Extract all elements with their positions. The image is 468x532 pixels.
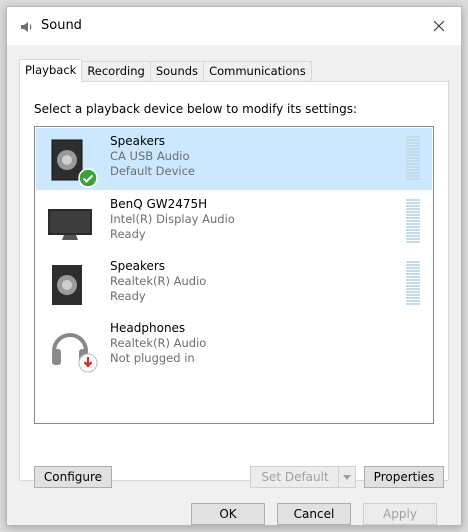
set-default-label: Set Default	[261, 470, 329, 484]
device-item-benq[interactable]: BenQ GW2475H Intel(R) Display Audio Read…	[36, 191, 432, 253]
tab-communications[interactable]: Communications	[203, 61, 312, 81]
device-list[interactable]: Speakers CA USB Audio Default Device Ben…	[34, 126, 434, 424]
device-text: Speakers Realtek(R) Audio Ready	[110, 259, 206, 304]
device-name: Headphones	[110, 321, 186, 335]
monitor-icon	[48, 209, 92, 240]
tab-recording[interactable]: Recording	[81, 61, 151, 81]
volume-meter	[406, 199, 420, 245]
tab-sounds[interactable]: Sounds	[149, 61, 205, 81]
title-bar: Sound	[7, 7, 461, 45]
sound-dialog: Sound Playback Recording Sounds Communic…	[6, 6, 462, 526]
tab-playback[interactable]: Playback	[19, 59, 83, 82]
ok-button[interactable]: OK	[191, 503, 265, 525]
properties-button[interactable]: Properties	[364, 466, 444, 488]
volume-meter	[406, 261, 420, 307]
chevron-down-icon	[343, 474, 351, 480]
apply-button[interactable]: Apply	[363, 503, 437, 525]
close-button[interactable]	[417, 7, 461, 45]
configure-button[interactable]: Configure	[34, 466, 112, 488]
device-item-headphones[interactable]: Headphones Realtek(R) Audio Not plugged …	[36, 315, 432, 377]
device-status: Not plugged in	[110, 351, 195, 365]
speaker-icon	[21, 22, 32, 32]
device-name: BenQ GW2475H	[110, 197, 208, 211]
device-status: Default Device	[110, 164, 196, 178]
device-name: Speakers	[110, 259, 166, 273]
unplugged-arrow-icon	[78, 353, 98, 373]
volume-meter	[406, 136, 420, 182]
window-title: Sound	[41, 18, 82, 33]
device-text: Speakers CA USB Audio Default Device	[110, 134, 195, 179]
device-driver: Realtek(R) Audio	[110, 274, 207, 288]
device-status: Ready	[110, 227, 146, 241]
device-item-speakers-ca-usb[interactable]: Speakers CA USB Audio Default Device	[36, 128, 432, 190]
device-text: Headphones Realtek(R) Audio Not plugged …	[110, 321, 206, 366]
tab-strip: Playback Recording Sounds Communications	[19, 59, 312, 82]
device-text: BenQ GW2475H Intel(R) Display Audio Read…	[110, 197, 235, 242]
set-default-button[interactable]: Set Default	[250, 466, 356, 488]
speaker-icon	[52, 265, 82, 305]
playback-panel: Select a playback device below to modify…	[19, 81, 449, 488]
device-item-speakers-realtek[interactable]: Speakers Realtek(R) Audio Ready	[36, 253, 432, 315]
close-icon	[433, 20, 445, 32]
default-check-icon	[78, 168, 98, 188]
device-driver: CA USB Audio	[110, 149, 190, 163]
device-status: Ready	[110, 289, 146, 303]
cancel-button[interactable]: Cancel	[277, 503, 351, 525]
instruction-text: Select a playback device below to modify…	[34, 102, 358, 116]
device-name: Speakers	[110, 134, 166, 148]
device-driver: Realtek(R) Audio	[110, 336, 207, 350]
device-driver: Intel(R) Display Audio	[110, 212, 235, 226]
set-default-dropdown[interactable]	[338, 467, 355, 487]
